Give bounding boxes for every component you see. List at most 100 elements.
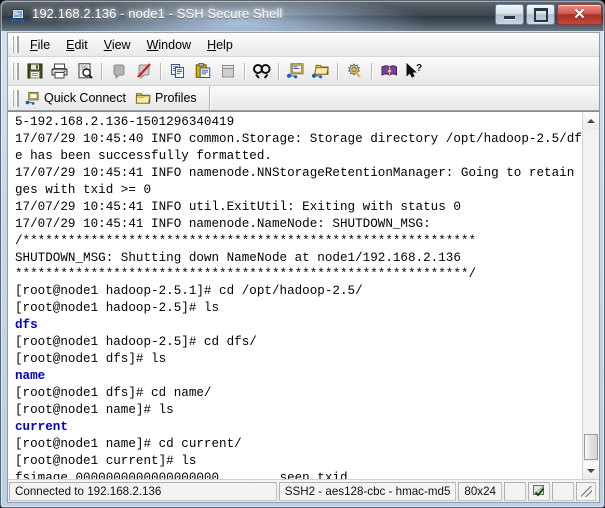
menu-drag-grip[interactable] [12,36,19,53]
terminal-line: 5-192.168.2.136-1501296340419 [15,115,235,129]
menu-window[interactable]: Window [139,36,199,54]
profiles-label: Profiles [154,91,197,105]
terminal-directory-line: current [15,419,68,434]
maximize-icon [533,7,548,22]
terminal-output[interactable]: 5-192.168.2.136-1501296340419 17/07/29 10… [8,112,582,479]
toolbar-separator [101,62,102,80]
scroll-down-icon [587,468,595,473]
minimize-button[interactable] [495,4,524,25]
terminal-directory-line: dfs [15,318,38,333]
terminal-line: [root@node1 dfs]# ls [15,352,167,367]
menu-edit[interactable]: Edit [58,36,96,54]
toolbar-drag-grip[interactable] [12,62,19,80]
menu-file[interactable]: File [22,36,58,54]
print-icon[interactable] [48,60,71,83]
ssh-app-icon [10,8,26,24]
terminal-line: /***************************************… [15,233,477,248]
menu-label: iew [111,37,131,52]
print-preview-icon[interactable] [73,60,96,83]
terminal-line: 17/07/29 10:45:41 INFO namenode.NameNode… [15,216,431,231]
status-slot-1 [504,481,526,501]
window-title: 192.168.2.136 - node1 - SSH Secure Shell [32,6,283,21]
terminal-directory-line: name [15,369,46,384]
profiles-folder-icon [135,91,151,105]
scroll-up-arrow[interactable] [583,112,599,129]
title-bar[interactable]: 192.168.2.136 - node1 - SSH Secure Shell… [1,1,604,31]
help-book-icon[interactable] [377,60,400,83]
find-icon[interactable] [250,60,273,83]
paste-icon[interactable] [191,60,214,83]
toolbar-separator [337,62,338,80]
connect-icon[interactable] [107,60,130,83]
terminal-panel: 5-192.168.2.136-1501296340419 17/07/29 10… [8,111,599,479]
minimize-icon [504,16,515,19]
terminal-line: 17/07/29 10:45:41 INFO namenode.NNStorag… [15,165,582,180]
quick-connect-bar: Quick Connect Profiles [8,86,599,111]
terminal-line: 17/07/29 10:45:41 INFO util.ExitUtil: Ex… [15,199,461,214]
window-controls: ✕ [495,4,602,26]
settings-icon[interactable] [343,60,366,83]
menu-accelerator: E [66,37,75,52]
clipboard-icon[interactable] [216,60,239,83]
status-terminal-size: 80x24 [458,481,502,501]
menu-accelerator: F [30,37,38,52]
quick-connect-button[interactable]: Quick Connect [22,90,132,107]
menu-accelerator: W [146,37,159,52]
context-help-icon[interactable]: ? [402,60,425,83]
file-transfer-icon[interactable] [309,60,332,83]
terminal-line: ges with txid >= 0 [15,182,152,197]
scroll-down-arrow[interactable] [583,462,599,479]
terminal-line: [root@node1 current]# ls [15,453,197,468]
new-terminal-icon[interactable] [284,60,307,83]
quick-connect-icon [25,91,40,106]
scroll-thumb[interactable] [584,434,598,460]
status-bar: Connected to 192.168.2.136 SSH2 - aes128… [8,479,599,502]
main-toolbar: ? [8,57,599,86]
copy-icon[interactable] [166,60,189,83]
menu-label: dit [74,37,88,52]
terminal-line: SHUTDOWN_MSG: Shutting down NameNode at … [15,250,461,265]
svg-text:?: ? [416,63,422,74]
menu-help[interactable]: Help [199,36,241,54]
quickbar-drag-grip[interactable] [12,89,19,107]
terminal-line: [root@node1 hadoop-2.5.1]# cd /opt/hadoo… [15,284,363,299]
profiles-button[interactable]: Profiles [132,90,203,106]
terminal-line: fsimage_0000000000000000000 seen_txid [15,470,348,479]
resize-grip[interactable] [576,481,596,501]
maximize-button[interactable] [526,4,555,25]
status-slot-2 [552,481,574,501]
terminal-line: ****************************************… [15,267,477,282]
menu-label: elp [216,37,233,52]
terminal-line: [root@node1 dfs]# cd name/ [15,386,212,400]
terminal-line: [root@node1 name]# cd current/ [15,436,242,451]
scroll-up-icon [587,118,595,123]
quickbar-divider [208,86,210,110]
quick-connect-label: Quick Connect [44,91,126,105]
close-icon: ✕ [573,6,586,23]
save-icon[interactable] [23,60,46,83]
terminal-line: e has been successfully formatted. [15,148,272,163]
terminal-line: [root@node1 hadoop-2.5]# cd dfs/ [15,335,257,350]
ssh-secure-shell-window: 192.168.2.136 - node1 - SSH Secure Shell… [0,0,605,508]
menu-accelerator: H [207,37,217,52]
menu-accelerator: V [103,37,112,52]
terminal-scrollbar[interactable] [582,112,599,479]
menu-label: indow [158,37,192,52]
terminal-line: 17/07/29 10:45:40 INFO common.Storage: S… [15,131,582,146]
toolbar-separator [244,62,245,80]
terminal-line: [root@node1 hadoop-2.5]# ls [15,301,220,316]
terminal-line: [root@node1 name]# ls [15,402,174,417]
resize-grip-icon [580,485,592,497]
menu-label: ile [37,37,51,52]
disconnect-icon[interactable] [132,60,155,83]
toolbar-separator [160,62,161,80]
menu-bar: File Edit View Window Help [8,33,599,57]
close-button[interactable]: ✕ [557,4,602,25]
toolbar-separator [278,62,279,80]
status-cipher: SSH2 - aes128-cbc - hmac-md5 [278,481,457,501]
client-area: File Edit View Window Help ? Quick Conne… [7,32,600,503]
status-connection: Connected to 192.168.2.136 [9,481,277,501]
encryption-indicator-icon [528,481,550,501]
toolbar-separator [371,62,372,80]
menu-view[interactable]: View [96,36,139,54]
